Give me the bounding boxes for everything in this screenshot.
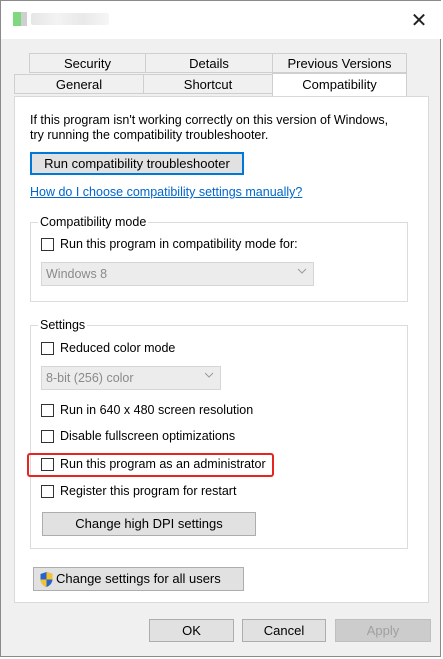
color-depth-value: 8-bit (256) color <box>46 371 134 385</box>
title-bar: ✕ <box>1 1 442 39</box>
apply-button[interactable]: Apply <box>335 619 431 642</box>
change-all-users-label: Change settings for all users <box>56 571 221 586</box>
help-link[interactable]: How do I choose compatibility settings m… <box>30 185 302 199</box>
compatibility-mode-legend: Compatibility mode <box>38 215 149 229</box>
tab-general[interactable]: General <box>14 74 144 94</box>
tab-details[interactable]: Details <box>145 53 273 73</box>
chevron-down-icon <box>204 372 214 378</box>
properties-dialog: ✕ Security Details Previous Versions Gen… <box>0 0 442 657</box>
run-troubleshooter-button[interactable]: Run compatibility troubleshooter <box>30 152 244 175</box>
change-all-users-button[interactable]: Change settings for all users <box>33 567 244 591</box>
resolution-640-checkbox[interactable] <box>41 404 54 417</box>
close-button[interactable]: ✕ <box>399 5 439 37</box>
compatibility-mode-checkbox[interactable] <box>41 238 54 251</box>
blurred-title <box>31 13 109 25</box>
disable-fullscreen-checkbox[interactable] <box>41 430 54 443</box>
cancel-button[interactable]: Cancel <box>242 619 326 642</box>
color-depth-dropdown[interactable]: 8-bit (256) color <box>41 366 221 390</box>
settings-legend: Settings <box>38 318 88 332</box>
disable-fullscreen-label: Disable fullscreen optimizations <box>60 429 236 443</box>
register-restart-checkbox[interactable] <box>41 485 54 498</box>
run-as-admin-label: Run this program as an administrator <box>60 457 266 471</box>
tab-shortcut[interactable]: Shortcut <box>143 74 273 94</box>
reduced-color-checkbox[interactable] <box>41 342 54 355</box>
register-restart-label: Register this program for restart <box>60 484 237 498</box>
compatibility-mode-label: Run this program in compatibility mode f… <box>60 237 298 251</box>
tab-compatibility[interactable]: Compatibility <box>272 73 407 96</box>
chevron-down-icon <box>297 268 307 274</box>
reduced-color-label: Reduced color mode <box>60 341 176 355</box>
ok-button[interactable]: OK <box>149 619 234 642</box>
uac-shield-icon <box>40 572 53 587</box>
os-version-dropdown[interactable]: Windows 8 <box>41 262 314 286</box>
tab-security[interactable]: Security <box>29 53 146 73</box>
app-icon <box>13 12 27 26</box>
os-version-value: Windows 8 <box>46 267 108 281</box>
resolution-640-label: Run in 640 x 480 screen resolution <box>60 403 254 417</box>
intro-line-1: If this program isn't working correctly … <box>30 113 389 127</box>
intro-line-2: try running the compatibility troublesho… <box>30 128 269 142</box>
run-as-admin-checkbox[interactable] <box>41 458 54 471</box>
change-dpi-button[interactable]: Change high DPI settings <box>42 512 256 536</box>
tab-previous-versions[interactable]: Previous Versions <box>272 53 407 73</box>
